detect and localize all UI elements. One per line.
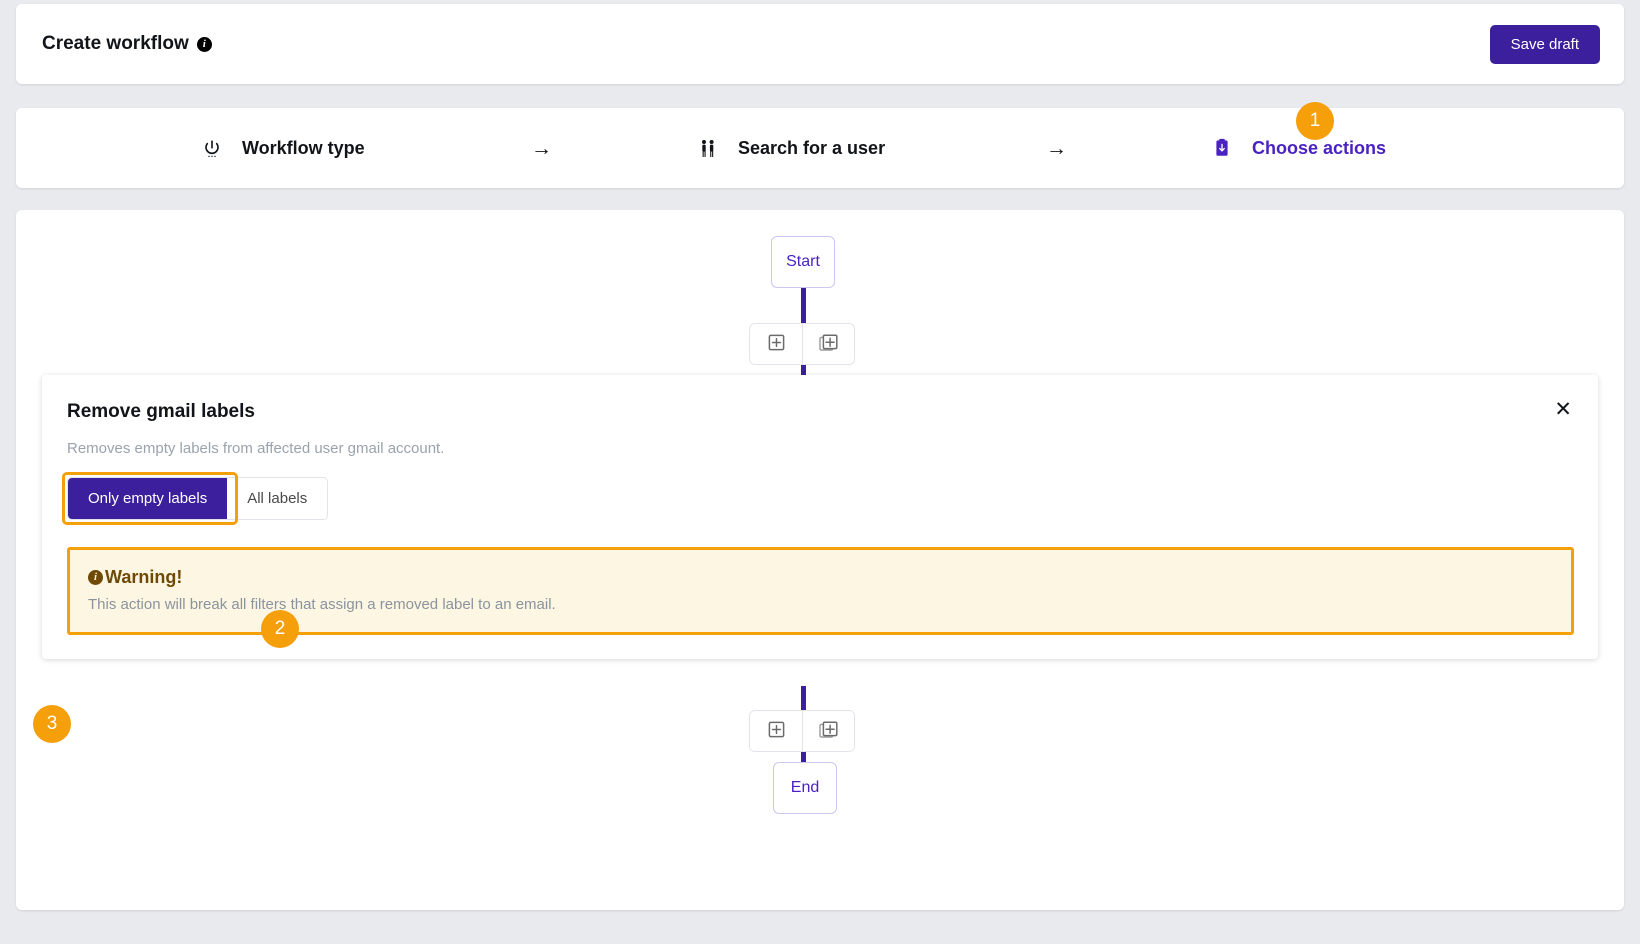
callout-badge-1: 1 bbox=[1296, 102, 1334, 140]
workflow-builder-page: Create workflow i Save draft Workflow ty… bbox=[0, 4, 1640, 944]
add-step-button[interactable] bbox=[750, 711, 802, 751]
page-header: Create workflow i Save draft bbox=[16, 4, 1624, 84]
add-square-icon bbox=[768, 334, 785, 354]
label-scope-toggle-group: Only empty labels All labels bbox=[67, 477, 329, 520]
duplicate-step-button[interactable] bbox=[802, 711, 854, 751]
stepper-arrow-2: → bbox=[1046, 136, 1067, 160]
action-panel-header: Remove gmail labels ✕ bbox=[67, 399, 1574, 423]
only-empty-labels-button[interactable]: Only empty labels bbox=[68, 478, 228, 519]
add-square-icon bbox=[768, 721, 785, 741]
clipboard-icon bbox=[1212, 137, 1232, 159]
workflow-stepper: Workflow type → Search for a user → Choo… bbox=[16, 108, 1624, 188]
callout-badge-3: 3 bbox=[33, 705, 71, 743]
warning-title-text: Warning! bbox=[105, 567, 183, 587]
action-panel-description: Removes empty labels from affected user … bbox=[67, 440, 445, 457]
power-icon bbox=[202, 137, 222, 159]
stepper-step-label: Workflow type bbox=[242, 137, 365, 158]
add-step-button[interactable] bbox=[750, 324, 802, 364]
callout-badge-2: 2 bbox=[261, 610, 299, 648]
info-icon: i bbox=[88, 570, 103, 585]
flow-add-bar-top bbox=[749, 323, 855, 365]
stepper-step-label: Choose actions bbox=[1252, 137, 1387, 158]
stepper-step-search-for-a-user[interactable]: Search for a user bbox=[698, 137, 885, 159]
people-icon bbox=[698, 137, 718, 159]
stepper-step-choose-actions[interactable]: Choose actions bbox=[1212, 137, 1386, 159]
flow-node-start[interactable]: Start bbox=[771, 236, 835, 288]
warning-body-text: This action will break all filters that … bbox=[88, 596, 556, 613]
close-icon[interactable]: ✕ bbox=[1552, 399, 1574, 420]
label-scope-toggle: Only empty labels All labels bbox=[62, 472, 329, 525]
stepper-arrow-1: → bbox=[531, 136, 552, 160]
duplicate-square-icon bbox=[819, 333, 838, 355]
info-icon[interactable]: i bbox=[196, 36, 212, 52]
save-draft-button[interactable]: Save draft bbox=[1489, 24, 1600, 64]
duplicate-step-button[interactable] bbox=[802, 324, 854, 364]
flow-connector bbox=[801, 286, 806, 326]
stepper-step-label: Search for a user bbox=[738, 137, 886, 158]
all-labels-button[interactable]: All labels bbox=[227, 478, 328, 519]
action-panel-title: Remove gmail labels bbox=[67, 401, 255, 422]
warning-title: i Warning! bbox=[88, 567, 1553, 588]
stepper-step-workflow-type[interactable]: Workflow type bbox=[202, 137, 365, 159]
page-title: Create workflow i bbox=[42, 33, 212, 55]
duplicate-square-icon bbox=[819, 720, 838, 742]
page-title-text: Create workflow bbox=[42, 33, 189, 54]
flow-add-bar-bottom bbox=[749, 710, 855, 752]
workflow-canvas: Start End Remove gmail labels ✕ Removes … bbox=[16, 210, 1624, 910]
flow-node-end[interactable]: End bbox=[773, 762, 837, 814]
